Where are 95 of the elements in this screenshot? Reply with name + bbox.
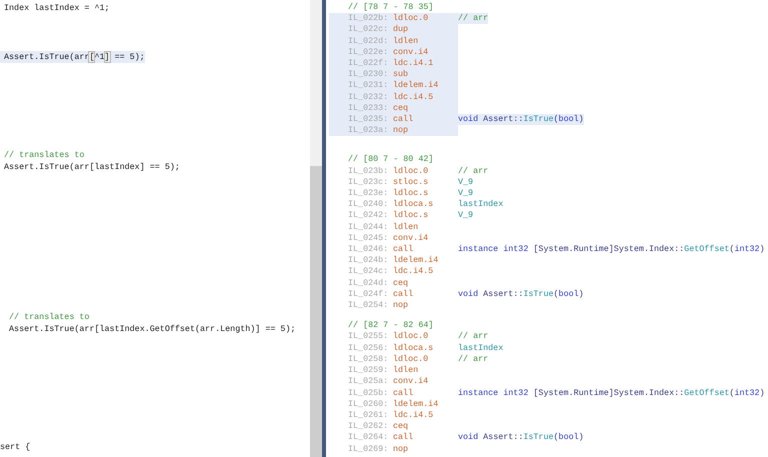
il-offset: IL_024f: [348, 288, 390, 300]
il-offset: IL_025b: [348, 388, 390, 399]
scrollbar-thumb[interactable] [310, 166, 322, 457]
il-offset: IL_0260: [348, 398, 390, 410]
il-opcode: ldloc.s [393, 210, 430, 222]
il-offset: IL_0254: [348, 300, 390, 312]
source-range-comment: // [80 7 - 80 42] [347, 154, 434, 166]
il-offset: IL_0246: [348, 244, 390, 256]
il-opcode: ldc.i4.5 [393, 266, 434, 278]
il-operand: instance int32 [System.Runtime]System.Index::GetOffset(int32) [458, 244, 765, 256]
il-offset: IL_0258: [348, 354, 390, 366]
il-operand: lastIndex [458, 199, 504, 210]
il-operand: void Assert::IsTrue(bool) [458, 114, 584, 126]
il-opcode: ldlen [393, 222, 420, 233]
il-opcode: ldelem.i4 [393, 80, 440, 92]
il-opcode: ldelem.i4 [393, 398, 440, 410]
il-offset: IL_0256: [348, 342, 390, 354]
il-offset: IL_022b: [348, 13, 390, 24]
il-opcode: call [393, 432, 414, 444]
il-opcode: ldloc.0 [393, 331, 430, 343]
il-offset: IL_023a: [348, 125, 390, 136]
il-opcode: dup [393, 24, 410, 36]
il-operand: // arr [458, 13, 488, 24]
il-opcode: call [393, 244, 414, 256]
il-offset: IL_0235: [348, 114, 390, 126]
il-opcode: ldelem.i4 [393, 255, 440, 266]
scrollbar[interactable] [310, 0, 322, 457]
il-opcode: ldc.i4.1 [393, 58, 434, 70]
il-offset: IL_024c: [348, 266, 390, 278]
il-offset: IL_0262: [348, 421, 390, 432]
il-opcode: ceq [393, 278, 410, 289]
il-offset: IL_0231: [348, 80, 390, 92]
il-opcode: nop [393, 444, 410, 455]
code-line: Assert.IsTrue(arr[lastIndex] == 5); [3, 161, 180, 173]
il-offset: IL_024d: [348, 278, 390, 289]
il-offset: IL_023c: [348, 176, 390, 188]
code-line: // translates to [3, 149, 84, 161]
il-offset: IL_0245: [348, 232, 390, 244]
il-opcode: ldloc.s [393, 188, 430, 200]
il-offset: IL_023e: [348, 188, 390, 200]
code-line: Index lastIndex = ^1; [3, 2, 110, 14]
il-opcode: ldlen [393, 36, 420, 47]
il-opcode: ldloc.0 [393, 166, 430, 177]
il-opcode: sub [393, 69, 410, 80]
il-operand: V_9 [458, 210, 474, 222]
il-offset: IL_0261: [348, 410, 390, 422]
il-opcode: nop [393, 300, 410, 312]
il-opcode: nop [393, 125, 410, 136]
il-operand: // arr [458, 354, 488, 366]
il-opcode: ceq [393, 102, 410, 114]
il-opcode: ldloc.0 [393, 354, 430, 366]
il-opcode: ldc.i4.5 [393, 92, 434, 103]
il-operand: instance int32 [System.Runtime]System.Index::GetOffset(int32) [458, 388, 765, 399]
il-opcode: call [393, 388, 414, 399]
il-offset: IL_0242: [348, 210, 390, 222]
il-operand: void Assert::IsTrue(bool) [458, 288, 584, 300]
il-operand: // arr [458, 166, 488, 177]
il-opcode: ceq [393, 421, 410, 432]
il-offset: IL_024b: [348, 255, 390, 266]
il-operand: lastIndex [458, 342, 504, 354]
il-offset: IL_0233: [348, 102, 390, 114]
il-opcode: ldloca.s [393, 342, 434, 354]
code-line: Assert.IsTrue(arr[lastIndex.GetOffset(arr.Length)] == 5); [8, 323, 296, 335]
source-range-comment: // [78 7 - 78 35] [347, 2, 434, 14]
il-offset: IL_0240: [348, 199, 390, 210]
il-offset: IL_0269: [348, 444, 390, 455]
il-opcode: ldloc.0 [393, 13, 430, 24]
il-opcode: conv.i4 [393, 46, 430, 58]
il-opcode: stloc.s [393, 176, 430, 188]
il-opcode: call [393, 114, 414, 126]
il-offset: IL_022f: [348, 58, 390, 70]
il-operand: void Assert::IsTrue(bool) [458, 432, 584, 444]
source-range-comment: // [82 7 - 82 64] [347, 320, 434, 332]
il-offset: IL_0259: [348, 365, 390, 376]
il-opcode: call [393, 288, 414, 300]
il-offset: IL_022c: [348, 24, 390, 36]
il-operand: // arr [458, 331, 488, 343]
il-offset: IL_023b: [348, 166, 390, 177]
il-offset: IL_022d: [348, 36, 390, 47]
il-opcode: ldloca.s [393, 199, 434, 210]
il-opcode: conv.i4 [393, 232, 430, 244]
il-opcode: ldlen [393, 365, 420, 376]
il-offset: IL_025a: [348, 376, 390, 388]
il-offset: IL_0244: [348, 222, 390, 233]
il-offset: IL_0232: [348, 92, 390, 103]
il-offset: IL_022e: [348, 46, 390, 58]
il-offset: IL_0230: [348, 69, 390, 80]
il-opcode: ldc.i4.5 [393, 410, 434, 422]
il-offset: IL_0264: [348, 432, 390, 444]
il-offset: IL_0255: [348, 331, 390, 343]
il-operand: V_9 [458, 176, 474, 188]
code-line: sert { [0, 441, 30, 453]
code-line: // translates to [8, 311, 90, 323]
il-operand: V_9 [458, 188, 474, 200]
il-opcode: conv.i4 [393, 376, 430, 388]
